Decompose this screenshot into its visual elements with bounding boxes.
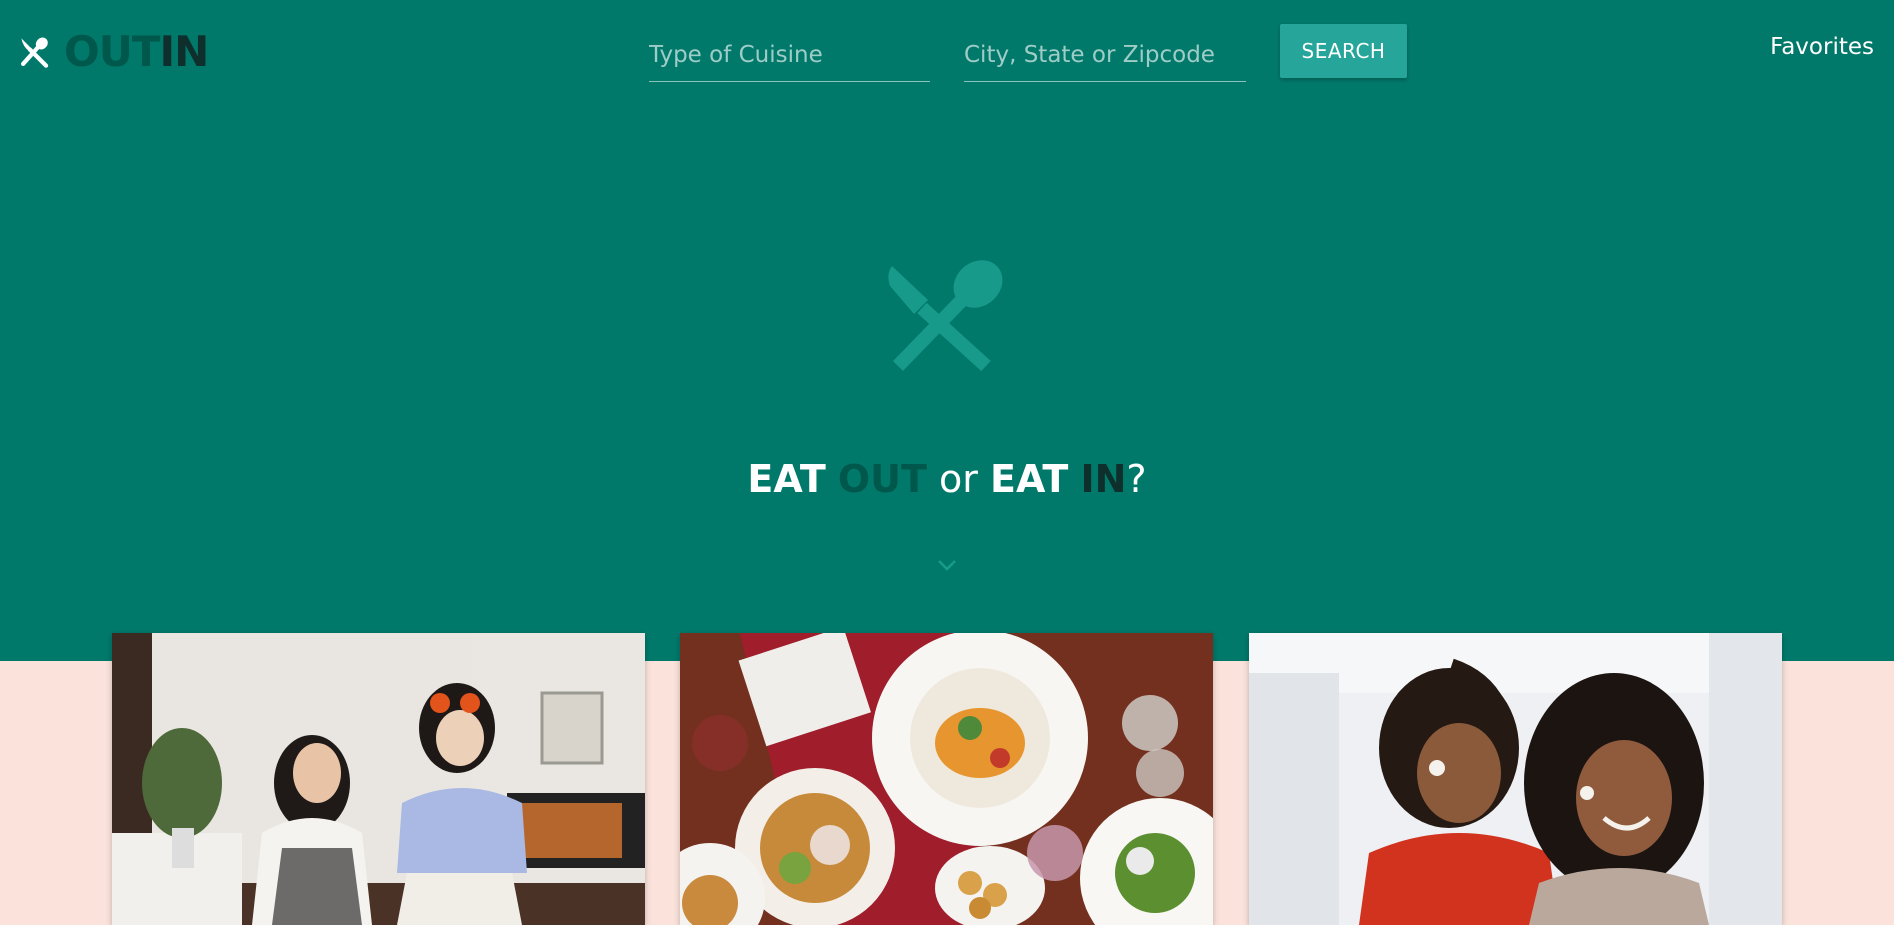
card-image-baking-together[interactable] — [1249, 633, 1782, 925]
tagline-or: or — [939, 457, 978, 501]
brand-name: OUTIN — [64, 31, 209, 73]
dining-photo — [680, 633, 1213, 925]
chevron-down-icon[interactable] — [935, 555, 959, 575]
tagline-eat-2: EAT — [990, 457, 1069, 501]
tagline-qmark: ? — [1126, 457, 1147, 501]
search-button[interactable]: SEARCH — [1280, 24, 1407, 78]
navbar: OUTIN SEARCH Favorites — [0, 0, 1894, 104]
tagline-eat-1: EAT — [747, 457, 826, 501]
card-image-cooking-together[interactable] — [112, 633, 645, 925]
favorites-link[interactable]: Favorites — [1770, 34, 1874, 60]
utensils-icon — [888, 260, 1003, 372]
baking-photo — [1249, 633, 1782, 925]
utensils-icon — [20, 37, 49, 68]
brand-logo[interactable]: OUTIN — [18, 24, 209, 80]
hero-section: OUTIN SEARCH Favorites EAT OUT or EAT IN… — [0, 0, 1894, 661]
hero-tagline: EAT OUT or EAT IN? — [0, 460, 1894, 498]
location-input[interactable] — [964, 22, 1246, 82]
brand-name-out: OUT — [64, 27, 160, 76]
cooking-photo — [112, 633, 645, 925]
card-image-dining-out[interactable] — [680, 633, 1213, 925]
tagline-in: IN — [1080, 457, 1127, 501]
cuisine-input[interactable] — [649, 22, 930, 82]
tagline-out: OUT — [837, 457, 927, 501]
brand-name-in: IN — [159, 27, 209, 76]
